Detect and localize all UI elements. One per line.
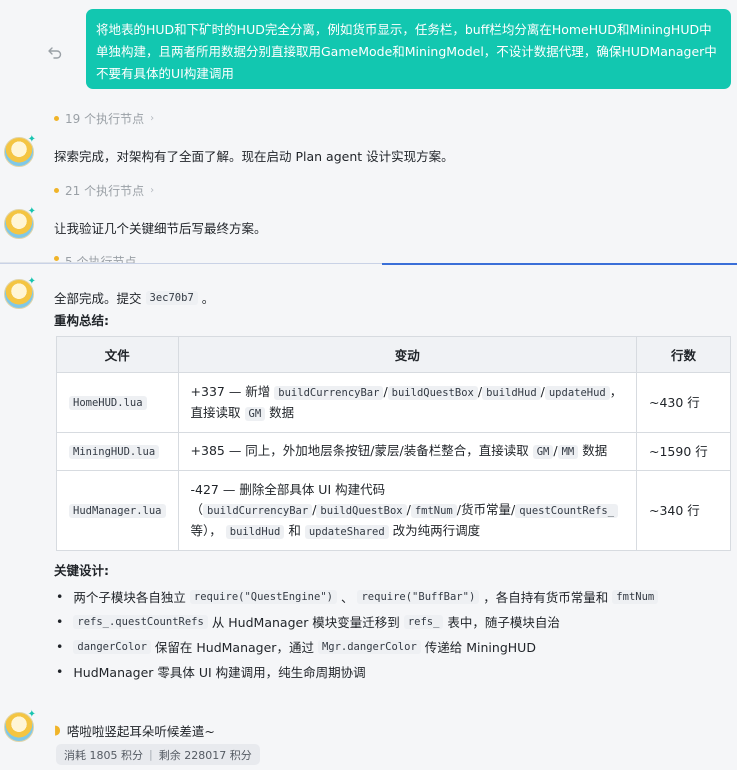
user-message-bubble: 将地表的HUD和下矿时的HUD完全分离，例如货币显示，任务栏，buff栏均分离在…	[86, 9, 731, 89]
assistant-avatar: ✦	[4, 134, 36, 167]
assistant-message: 探索完成，对架构有了全面了解。现在启动 Plan agent 设计实现方案。	[54, 149, 454, 164]
table-header: 变动	[177, 336, 638, 373]
assistant-avatar: ✦	[4, 276, 36, 309]
undo-icon[interactable]	[47, 44, 63, 60]
chevron-right-icon: ›	[150, 184, 155, 196]
completion-line: 全部完成。提交 3ec70b7 。	[54, 290, 215, 306]
chevron-right-icon: ›	[150, 112, 155, 124]
table-row: MiningHUD.lua +385 — 同上，外加地层条按钮/蒙层/装备栏整合…	[56, 432, 731, 471]
line-count: ~340 行	[636, 470, 731, 551]
commit-hash: 3ec70b7	[145, 290, 198, 305]
list-item: refs_.questCountRefs 从 HudManager 模块变量迁移…	[56, 609, 658, 634]
ear-icon: ◗	[54, 723, 61, 738]
status-dot-icon	[54, 256, 59, 261]
execution-steps-label: 21 个执行节点	[65, 183, 145, 198]
summary-heading: 重构总结:	[54, 313, 109, 328]
assistant-message: 让我验证几个关键细节后写最终方案。	[54, 221, 267, 236]
status-dot-icon	[54, 187, 59, 193]
credit-usage-badge: 消耗 1805 积分 | 剩余 228017 积分	[56, 744, 260, 765]
execution-steps-toggle[interactable]: 21 个执行节点 ›	[54, 181, 154, 199]
list-item: HudManager 零具体 UI 构建调用，纯生命周期协调	[56, 659, 658, 684]
sparkle-icon: ✦	[27, 709, 36, 720]
file-name: HudManager.lua	[69, 504, 166, 518]
sparkle-icon: ✦	[27, 276, 36, 287]
assistant-avatar: ✦	[4, 709, 36, 742]
table-row: HomeHUD.lua +337 — 新增 buildCurrencyBar / b…	[56, 372, 731, 433]
status-dot-icon	[54, 115, 59, 121]
key-design-list: 两个子模块各自独立 require("QuestEngine") 、 requi…	[56, 584, 659, 684]
table-header: 行数	[636, 336, 731, 373]
line-count: ~430 行	[636, 372, 731, 433]
file-name: MiningHUD.lua	[69, 445, 160, 459]
idle-status-line: ◗ 嗒啦啦竖起耳朵听候差遣~	[54, 721, 215, 740]
sparkle-icon: ✦	[27, 134, 36, 145]
changes-table: 文件 变动 行数 HomeHUD.lua +337 — 新增 buildCurr…	[56, 336, 731, 551]
sparkle-icon: ✦	[27, 206, 36, 217]
line-count: ~1590 行	[636, 432, 731, 471]
execution-steps-toggle[interactable]: 19 个执行节点 ›	[54, 109, 154, 127]
idle-status-text: 嗒啦啦竖起耳朵听候差遣~	[66, 724, 215, 739]
user-message-row: 将地表的HUD和下矿时的HUD完全分离，例如货币显示，任务栏，buff栏均分离在…	[0, 0, 737, 100]
credits-spent: 消耗 1805 积分	[64, 748, 143, 762]
execution-steps-label: 19 个执行节点	[65, 111, 145, 126]
list-item: 两个子模块各自独立 require("QuestEngine") 、 requi…	[56, 584, 659, 609]
table-header: 文件	[56, 336, 179, 373]
key-design-heading: 关键设计:	[54, 563, 109, 578]
change-cell: -427 — 删除全部具体 UI 构建代码 （buildCurrencyBar /…	[177, 470, 638, 551]
list-item: dangerColor 保留在 HudManager，通过 Mgr.danger…	[56, 634, 658, 659]
scroll-divider	[0, 262, 737, 265]
file-name: HomeHUD.lua	[69, 396, 147, 410]
change-cell: +385 — 同上，外加地层条按钮/蒙层/装备栏整合，直接读取 GM / MM 数据	[177, 432, 638, 471]
table-row: HudManager.lua -427 — 删除全部具体 UI 构建代码 （bu…	[56, 470, 731, 551]
change-cell: +337 — 新增 buildCurrencyBar / buildQuestBox…	[177, 372, 638, 433]
credits-remaining: 剩余 228017 积分	[158, 748, 252, 762]
assistant-avatar: ✦	[4, 206, 36, 239]
